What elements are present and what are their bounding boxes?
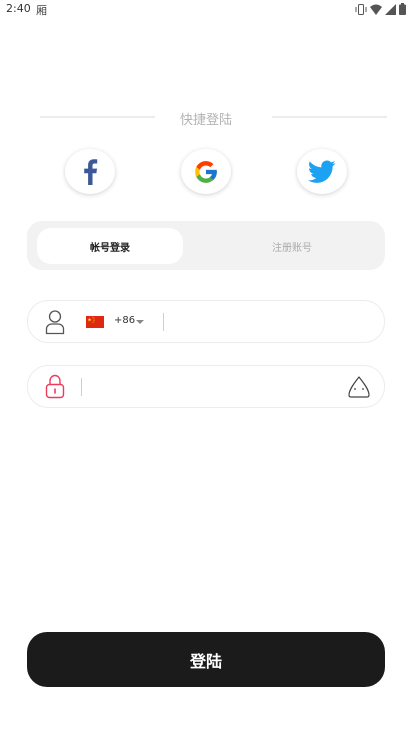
google-icon	[195, 160, 217, 183]
china-flag-icon[interactable]	[86, 316, 104, 328]
login-button[interactable]: 登陆	[27, 632, 385, 687]
phone-field: +86	[27, 300, 385, 343]
facebook-login-button[interactable]	[65, 149, 115, 194]
quick-login-label: 快捷登陆	[179, 113, 232, 128]
divider-right	[272, 116, 387, 118]
twitter-login-button[interactable]	[297, 149, 347, 194]
signal-icon	[385, 3, 396, 15]
battery-icon	[399, 3, 406, 15]
password-field	[27, 365, 385, 408]
wifi-icon	[370, 4, 382, 15]
chevron-down-icon[interactable]	[136, 320, 144, 324]
vibrate-icon	[355, 3, 367, 15]
tab-account-login[interactable]: 帐号登录	[37, 228, 183, 264]
status-icons	[355, 3, 406, 15]
phone-separator	[163, 313, 164, 331]
facebook-icon	[84, 158, 98, 185]
lock-icon	[45, 374, 65, 399]
user-icon	[45, 310, 65, 335]
twitter-icon	[308, 159, 336, 183]
tab-register[interactable]: 注册账号	[217, 228, 367, 264]
notification-icon: 厢	[36, 4, 47, 17]
status-bar: 2:40 厢	[0, 0, 412, 18]
google-login-button[interactable]	[181, 149, 231, 194]
text-cursor	[81, 378, 82, 396]
eye-closed-icon[interactable]	[347, 375, 371, 399]
country-code[interactable]: +86	[114, 315, 135, 326]
divider-left	[40, 116, 155, 118]
password-input[interactable]	[88, 374, 328, 400]
login-tabs: 帐号登录 注册账号	[27, 221, 385, 270]
phone-input[interactable]	[173, 309, 373, 335]
status-time: 2:40	[6, 2, 31, 15]
